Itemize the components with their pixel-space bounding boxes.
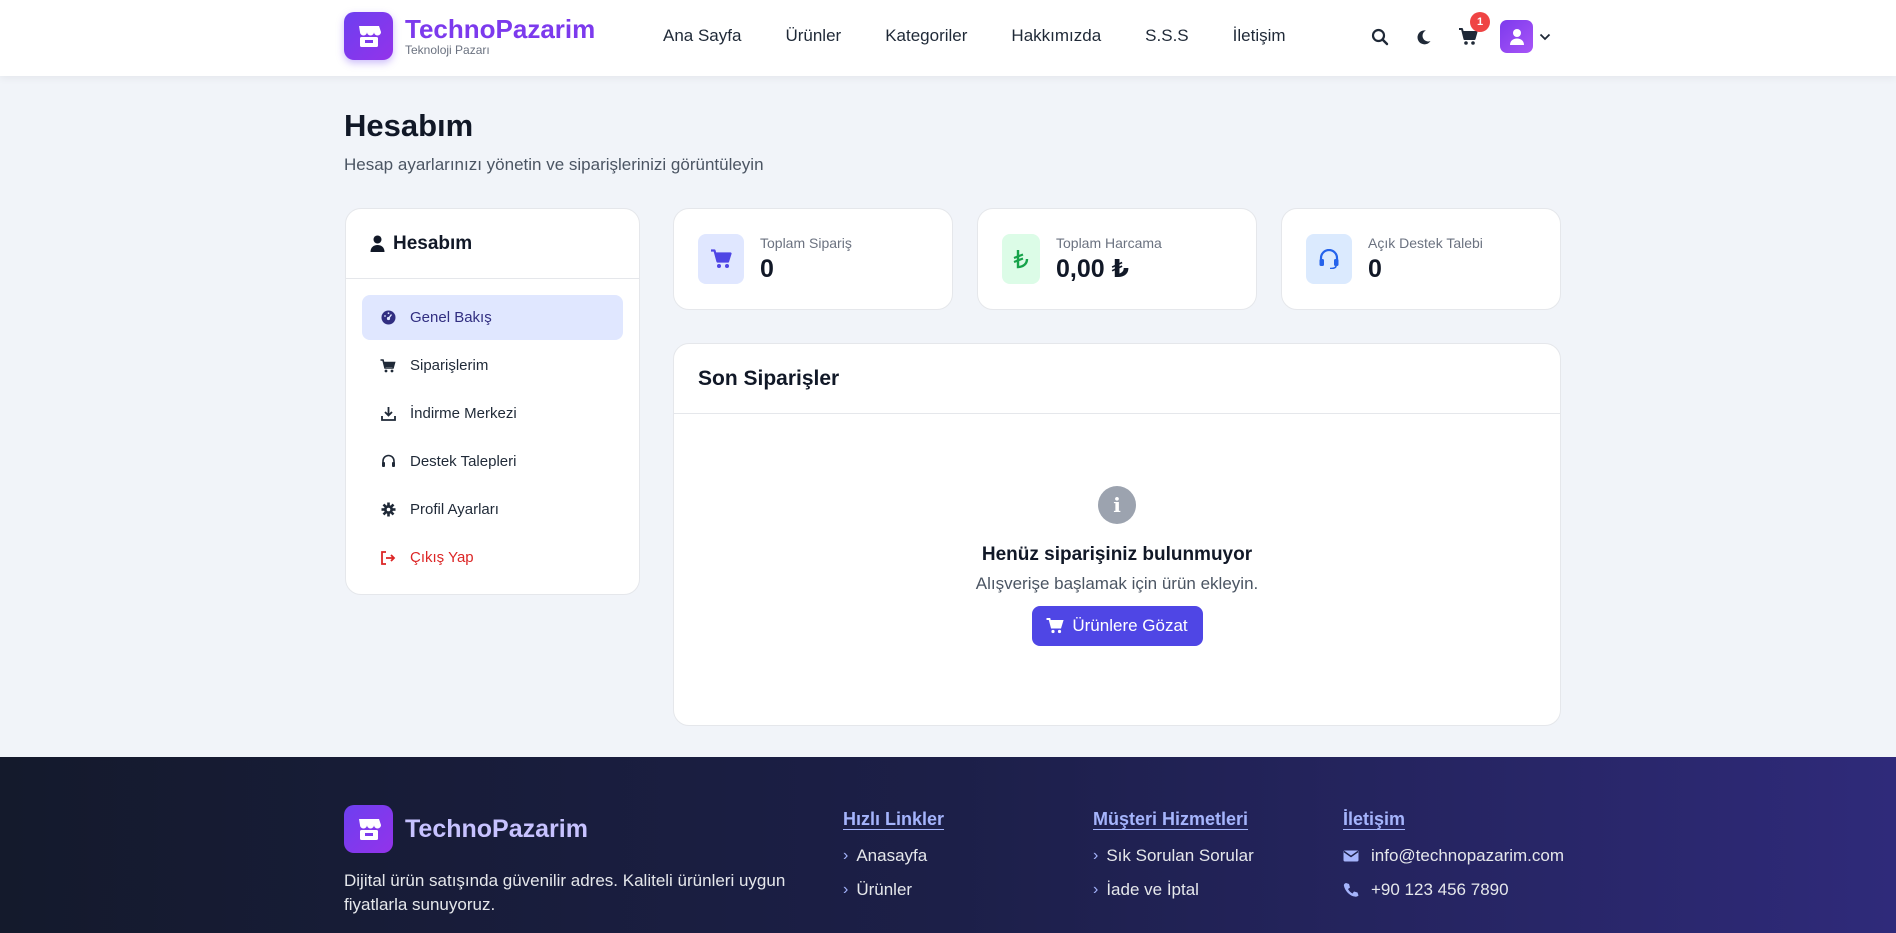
sidebar-item-label: Profil Ayarları — [410, 501, 499, 518]
stat-card-total-spend: Toplam Harcama 0,00 ₺ — [977, 208, 1257, 310]
footer-link-label: Sık Sorulan Sorular — [1106, 846, 1254, 865]
sidebar-item-support[interactable]: Destek Talepleri — [362, 439, 623, 484]
cart-icon — [1046, 618, 1064, 634]
site-footer: TechnoPazarim Dijital ürün satışında güv… — [0, 757, 1896, 933]
nav-faq[interactable]: S.S.S — [1145, 24, 1188, 48]
sidebar-item-profile-settings[interactable]: Profil Ayarları — [362, 487, 623, 532]
header-actions: 1 — [1368, 11, 1551, 53]
stat-card-open-tickets: Açık Destek Talebi 0 — [1281, 208, 1561, 310]
footer-customer-service: Müşteri Hizmetleri › Sık Sorulan Sorular … — [1093, 809, 1254, 914]
empty-state: i Henüz siparişiniz bulunmuyor Alışveriş… — [674, 486, 1560, 646]
footer-email-label: info@technopazarim.com — [1371, 846, 1565, 865]
stat-value: 0,00 ₺ — [1056, 255, 1129, 283]
stat-label: Toplam Harcama — [1056, 235, 1162, 251]
info-icon: i — [1098, 486, 1136, 524]
footer-column-title: Müşteri Hizmetleri — [1093, 809, 1249, 829]
browse-products-label: Ürünlere Gözat — [1072, 616, 1188, 635]
phone-icon — [1343, 882, 1361, 898]
sidebar-item-downloads[interactable]: İndirme Merkezi — [362, 391, 623, 436]
footer-email[interactable]: info@technopazarim.com — [1343, 846, 1564, 866]
headset-icon — [1306, 234, 1352, 284]
nav-contact[interactable]: İletişim — [1233, 24, 1286, 48]
sidebar-item-label: Genel Bakış — [410, 309, 492, 326]
user-icon — [370, 235, 385, 252]
footer-link-label: Ürünler — [856, 880, 913, 899]
store-icon — [344, 12, 393, 60]
cart-icon — [698, 234, 744, 284]
footer-link-products[interactable]: › Ürünler — [843, 880, 944, 900]
footer-quick-links: Hızlı Linkler › Anasayfa › Ürünler — [843, 809, 944, 914]
download-icon — [380, 406, 396, 422]
avatar[interactable] — [1500, 20, 1533, 53]
sidebar-item-label: Çıkış Yap — [410, 549, 474, 566]
account-sidebar: Hesabım Genel Bakış Siparişlerim İndirme… — [345, 208, 640, 595]
logout-icon — [380, 550, 396, 566]
footer-link-home[interactable]: › Anasayfa — [843, 846, 944, 866]
stat-value: 0 — [1368, 255, 1382, 283]
search-icon[interactable] — [1368, 21, 1392, 53]
moon-icon[interactable] — [1412, 21, 1436, 53]
footer-column-title: İletişim — [1343, 809, 1406, 829]
stat-label: Açık Destek Talebi — [1368, 235, 1483, 251]
sidebar-item-orders[interactable]: Siparişlerim — [362, 343, 623, 388]
footer-contact: İletişim info@technopazarim.com +90 123 … — [1343, 809, 1564, 914]
footer-phone[interactable]: +90 123 456 7890 — [1343, 880, 1564, 900]
headset-icon — [380, 454, 396, 470]
main-nav: Ana Sayfa Ürünler Kategoriler Hakkımızda… — [663, 24, 1330, 48]
user-icon — [1509, 28, 1524, 45]
sidebar-menu: Genel Bakış Siparişlerim İndirme Merkezi… — [346, 279, 639, 599]
sidebar-item-overview[interactable]: Genel Bakış — [362, 295, 623, 340]
nav-categories[interactable]: Kategoriler — [885, 24, 967, 48]
nav-about[interactable]: Hakkımızda — [1011, 24, 1101, 48]
nav-home[interactable]: Ana Sayfa — [663, 24, 741, 48]
footer-link-label: Anasayfa — [856, 846, 928, 865]
chevron-right-icon: › — [1093, 847, 1099, 864]
page-title: Hesabım — [344, 108, 474, 143]
chevron-down-icon[interactable] — [1539, 33, 1551, 41]
browse-products-button[interactable]: Ürünlere Gözat — [1031, 606, 1203, 646]
dashboard-icon — [380, 310, 396, 326]
empty-state-subtitle: Alışverişe başlamak için ürün ekleyin. — [975, 574, 1259, 593]
site-logo[interactable]: TechnoPazarim Teknoloji Pazarı — [344, 12, 595, 60]
chevron-right-icon: › — [843, 847, 849, 864]
lira-icon — [1002, 234, 1040, 284]
cart-button[interactable]: 1 — [1456, 11, 1490, 53]
cart-icon — [380, 358, 396, 374]
recent-orders-card: Son Siparişler i Henüz siparişiniz bulun… — [673, 343, 1561, 726]
recent-orders-title: Son Siparişler — [674, 344, 1560, 414]
sidebar-title: Hesabım — [393, 232, 473, 254]
brand-name: TechnoPazarim — [405, 14, 596, 44]
footer-link-faq[interactable]: › Sık Sorulan Sorular — [1093, 846, 1254, 866]
footer-brand-name: TechnoPazarim — [405, 814, 588, 843]
sidebar-item-label: İndirme Merkezi — [410, 405, 517, 422]
footer-link-label: İade ve İptal — [1106, 880, 1199, 899]
sidebar-item-logout[interactable]: Çıkış Yap — [362, 535, 623, 580]
envelope-icon — [1343, 850, 1361, 862]
nav-products[interactable]: Ürünler — [785, 24, 841, 48]
footer-column-title: Hızlı Linkler — [843, 809, 945, 829]
footer-description: Dijital ürün satışında güvenilir adres. … — [344, 871, 786, 914]
stat-value: 0 — [760, 255, 774, 283]
footer-phone-label: +90 123 456 7890 — [1371, 880, 1509, 899]
sidebar-item-label: Destek Talepleri — [410, 453, 517, 470]
footer-logo[interactable]: TechnoPazarim — [344, 805, 588, 853]
footer-link-returns[interactable]: › İade ve İptal — [1093, 880, 1254, 900]
brand-tagline: Teknoloji Pazarı — [405, 43, 490, 57]
chevron-right-icon: › — [843, 881, 849, 898]
chevron-right-icon: › — [1093, 881, 1099, 898]
sidebar-header: Hesabım — [346, 209, 639, 279]
store-icon — [344, 805, 393, 853]
stat-label: Toplam Sipariş — [760, 235, 852, 251]
page-subtitle: Hesap ayarlarınızı yönetin ve siparişler… — [344, 155, 764, 174]
empty-state-title: Henüz siparişiniz bulunmuyor — [981, 544, 1253, 565]
stat-card-total-orders: Toplam Sipariş 0 — [673, 208, 953, 310]
gear-icon — [380, 502, 396, 518]
site-header: TechnoPazarim Teknoloji Pazarı Ana Sayfa… — [0, 0, 1896, 76]
cart-badge: 1 — [1470, 11, 1490, 32]
sidebar-item-label: Siparişlerim — [410, 357, 489, 374]
